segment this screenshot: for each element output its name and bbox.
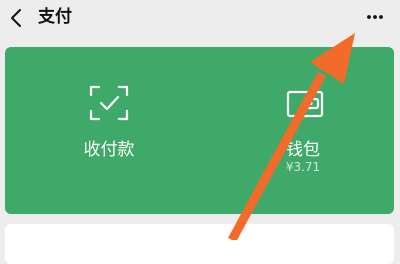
wallet-label: 钱包: [286, 140, 320, 160]
scan-check-icon: [89, 85, 129, 121]
wallet-icon: [286, 90, 324, 118]
page-title: 支付: [38, 7, 72, 27]
next-section-card: [5, 224, 394, 264]
more-dots-icon[interactable]: [366, 6, 384, 28]
wallet-balance: ¥3.71: [285, 160, 321, 174]
chevron-left-icon[interactable]: [6, 7, 28, 29]
wallet-tile[interactable]: 钱包 ¥3.71: [213, 47, 393, 214]
top-bar: 支付: [0, 0, 400, 36]
collect-pay-label: 收付款: [83, 140, 135, 160]
collect-pay-tile[interactable]: 收付款: [19, 47, 199, 214]
pay-panel: 收付款 钱包 ¥3.71: [5, 47, 394, 214]
